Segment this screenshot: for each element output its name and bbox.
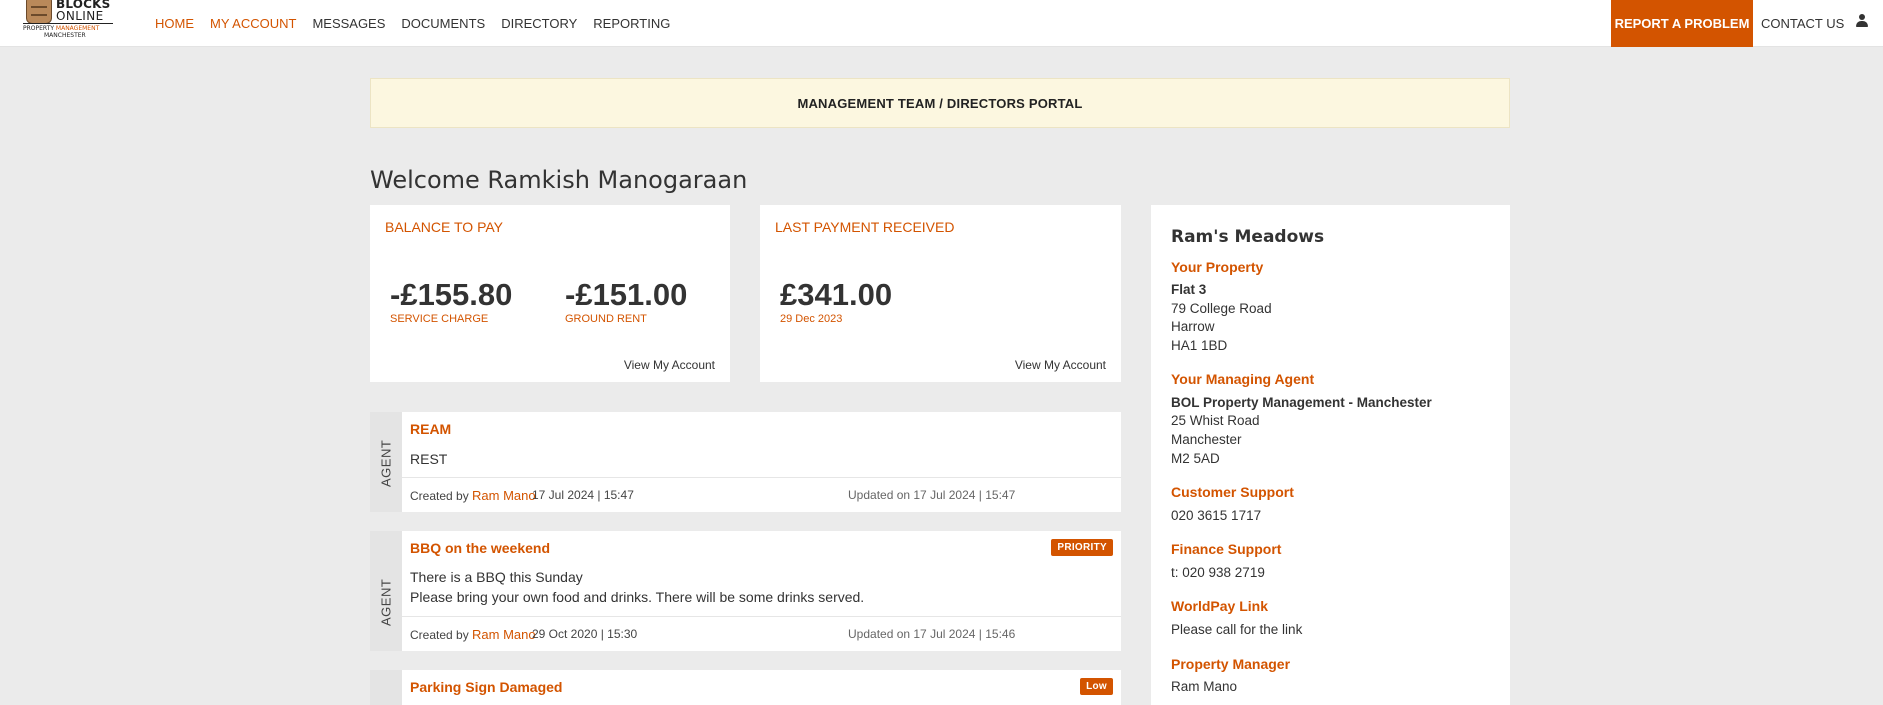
message-source-label: AGENT (378, 578, 394, 626)
barrel-icon (26, 0, 52, 24)
message-body-line: There is a BBQ this Sunday (410, 569, 583, 585)
nav-directory[interactable]: DIRECTORY (501, 16, 577, 31)
ground-rent-amount: -£151.00 (565, 277, 688, 312)
your-property-heading: Your Property (1171, 259, 1264, 275)
view-my-account-link[interactable]: View My Account (1015, 358, 1106, 372)
nav-documents[interactable]: DOCUMENTS (401, 16, 485, 31)
last-payment-amount: £341.00 (780, 277, 893, 312)
agent-line: BOL Property Management - Manchester (1171, 395, 1432, 410)
managing-agent-heading: Your Managing Agent (1171, 371, 1315, 387)
property-line: Harrow (1171, 319, 1215, 334)
blocks-online-logo[interactable]: BLOCKS ONLINE PROPERTY MANAGEMENT MANCHE… (22, 0, 116, 44)
message-card[interactable]: AGENT REAM REST Created by Ram Mano 17 J… (370, 412, 1121, 512)
worldpay-heading: WorldPay Link (1171, 598, 1268, 614)
service-charge-amount: -£155.80 (390, 277, 513, 312)
priority-badge: PRIORITY (1051, 539, 1113, 556)
finance-support-heading: Finance Support (1171, 541, 1282, 557)
message-body-line: REST (410, 451, 448, 467)
nav-my-account[interactable]: MY ACCOUNT (210, 16, 296, 31)
property-manager-name: Ram Mano (1171, 679, 1238, 694)
message-source-tab (370, 670, 402, 705)
message-card[interactable]: Parking Sign Damaged Low (370, 670, 1121, 705)
ground-rent-label: GROUND RENT (565, 313, 647, 325)
last-payment-date: 29 Dec 2023 (780, 313, 843, 325)
balance-title: BALANCE TO PAY (385, 219, 504, 235)
agent-line: M2 5AD (1171, 451, 1220, 466)
message-body: REST (410, 449, 447, 469)
nav-reporting[interactable]: REPORTING (593, 16, 670, 31)
message-source-tab: AGENT (370, 412, 402, 512)
property-line: 79 College Road (1171, 301, 1272, 316)
low-badge: Low (1080, 678, 1113, 695)
message-title[interactable]: REAM (410, 421, 451, 437)
message-body: There is a BBQ this Sunday Please bring … (410, 567, 864, 607)
logo-line3: PROPERTY MANAGEMENT (23, 25, 100, 32)
main-nav: HOME MY ACCOUNT MESSAGES DOCUMENTS DIREC… (155, 0, 686, 46)
customer-support-phone[interactable]: 020 3615 1717 (1171, 508, 1261, 523)
message-created-date: 17 Jul 2024 | 15:47 (532, 488, 634, 502)
message-footer: Created by Ram Mano 29 Oct 2020 | 15:30 … (402, 616, 1121, 651)
user-icon-head (1859, 14, 1865, 20)
user-icon-body (1856, 21, 1868, 27)
worldpay-text: Please call for the link (1171, 622, 1303, 637)
message-card[interactable]: AGENT BBQ on the weekend PRIORITY There … (370, 531, 1121, 651)
view-my-account-link[interactable]: View My Account (624, 358, 715, 372)
message-created-by: Created by Ram Mano (410, 488, 536, 503)
user-icon[interactable] (1856, 14, 1868, 28)
last-payment-title: LAST PAYMENT RECEIVED (775, 219, 955, 235)
message-source-label: AGENT (378, 439, 394, 487)
development-name: Ram's Meadows (1171, 227, 1325, 247)
finance-support-phone[interactable]: t: 020 938 2719 (1171, 565, 1265, 580)
customer-support-heading: Customer Support (1171, 484, 1294, 500)
last-payment-card: LAST PAYMENT RECEIVED £341.00 29 Dec 202… (760, 205, 1121, 382)
message-created-by: Created by Ram Mano (410, 627, 536, 642)
message-title[interactable]: BBQ on the weekend (410, 540, 550, 556)
message-body-line: Please bring your own food and drinks. T… (410, 589, 865, 605)
message-source-tab: AGENT (370, 531, 402, 651)
top-navbar: BLOCKS ONLINE PROPERTY MANAGEMENT MANCHE… (0, 0, 1883, 47)
logo-line2: ONLINE (56, 9, 104, 23)
logo-line4: MANCHESTER (44, 32, 86, 39)
report-a-problem-button[interactable]: REPORT A PROBLEM (1611, 0, 1753, 47)
portal-banner: MANAGEMENT TEAM / DIRECTORS PORTAL (370, 78, 1510, 128)
nav-messages[interactable]: MESSAGES (312, 16, 385, 31)
nav-home[interactable]: HOME (155, 16, 194, 31)
logo-divider (23, 23, 113, 24)
message-author-link[interactable]: Ram Mano (472, 627, 536, 642)
message-created-date: 29 Oct 2020 | 15:30 (532, 627, 638, 641)
contact-us-link[interactable]: CONTACT US (1761, 0, 1844, 46)
property-info-panel: Ram's Meadows Your Property Flat 3 79 Co… (1151, 205, 1510, 705)
property-manager-heading: Property Manager (1171, 656, 1291, 672)
property-line: HA1 1BD (1171, 338, 1228, 353)
message-title[interactable]: Parking Sign Damaged (410, 679, 562, 695)
balance-card: BALANCE TO PAY -£155.80 SERVICE CHARGE -… (370, 205, 730, 382)
message-updated-date: Updated on 17 Jul 2024 | 15:46 (848, 627, 1016, 641)
message-footer: Created by Ram Mano 17 Jul 2024 | 15:47 … (402, 477, 1121, 512)
message-author-link[interactable]: Ram Mano (472, 488, 536, 503)
service-charge-label: SERVICE CHARGE (390, 313, 489, 325)
agent-line: 25 Whist Road (1171, 413, 1260, 428)
property-line: Flat 3 (1171, 282, 1207, 297)
message-updated-date: Updated on 17 Jul 2024 | 15:47 (848, 488, 1016, 502)
agent-line: Manchester (1171, 432, 1242, 447)
welcome-heading: Welcome Ramkish Manogaraan (370, 166, 748, 194)
